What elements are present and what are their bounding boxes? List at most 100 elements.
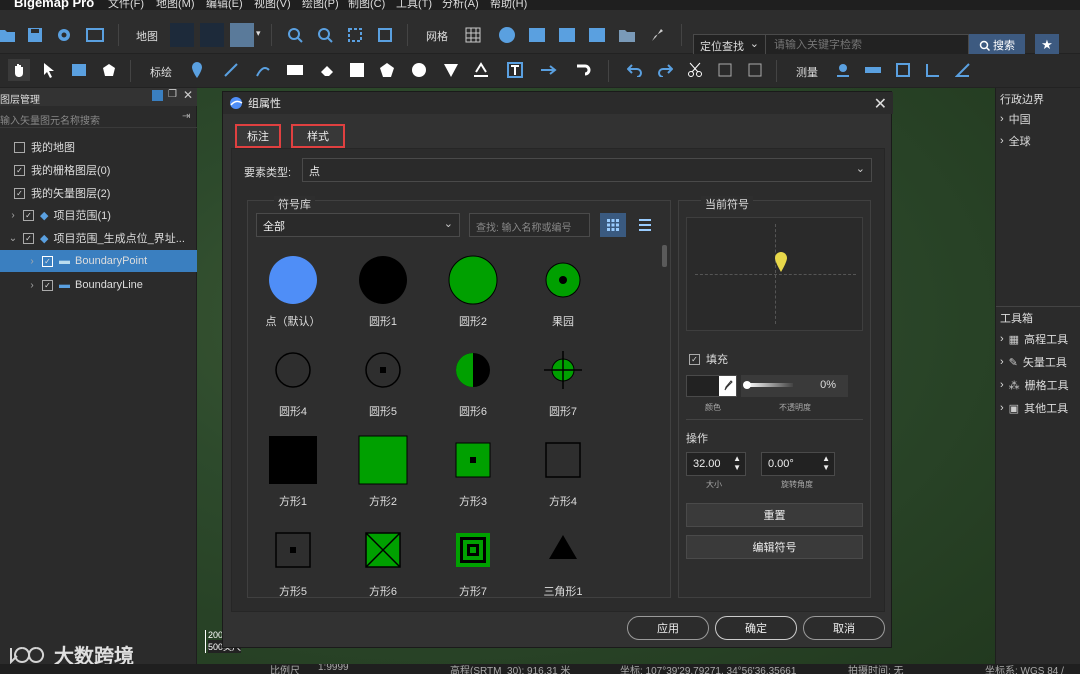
symbol-item[interactable]: 方形6 [338,520,428,610]
menu-file[interactable]: 文件(F) [108,0,144,10]
curve-icon[interactable] [252,59,274,81]
menu-tools[interactable]: 工具(T) [396,0,432,10]
close-icon[interactable]: ✕ [183,88,193,102]
toolbox-elevation[interactable]: › ▦ 高程工具 [1000,331,1068,347]
menu-analysis[interactable]: 分析(A) [442,0,479,10]
select-polygon-icon[interactable] [98,59,120,81]
grid-icon[interactable] [462,24,484,46]
symbol-item[interactable]: 圆形1 [338,250,428,340]
tree-item-vector[interactable]: ✓ 我的矢量图层(2) [0,182,197,204]
checkbox[interactable] [14,141,25,153]
search-button[interactable]: 搜索 [969,34,1025,56]
brush-icon[interactable] [646,24,668,46]
pentagon-icon[interactable] [376,59,398,81]
symbol-item[interactable]: 果园 [518,250,608,340]
map-thumbnail-3-icon[interactable] [230,23,254,47]
toolbox-raster[interactable]: › ⁂ 栅格工具 [1000,377,1069,393]
eraser-icon[interactable] [316,59,338,81]
symbol-item[interactable]: 方形5 [248,520,338,610]
tree-item-project-range[interactable]: › ✓ ◆ 项目范围(1) [0,204,197,226]
text-underline-icon[interactable] [470,59,492,81]
save-icon[interactable] [24,24,46,46]
curved-arrow-icon[interactable] [572,59,594,81]
scrollbar[interactable] [662,245,667,267]
fullscreen-icon[interactable] [374,24,396,46]
utm-icon[interactable] [496,24,518,46]
checkbox[interactable]: ✓ [14,187,25,199]
symbol-item[interactable]: 圆形7 [518,340,608,430]
select-rect-icon[interactable] [68,59,90,81]
search-icon[interactable] [152,90,163,101]
symbol-item[interactable]: 方形3 [428,430,518,520]
map-thumbnail-1-icon[interactable] [170,23,194,47]
toolbox-other[interactable]: › ▣ 其他工具 [1000,400,1068,416]
checkbox[interactable]: ✓ [42,279,53,291]
checkbox[interactable]: ✓ [689,353,700,365]
symbol-item[interactable]: 圆形5 [338,340,428,430]
tree-item-boundary-line[interactable]: › ✓ ▬ BoundaryLine [0,274,197,296]
symbol-item[interactable]: 点（默认） [248,250,338,340]
fill-toggle[interactable]: ✓ 填充 [689,351,728,367]
slider-handle[interactable] [743,381,751,389]
menu-help[interactable]: 帮助(H) [490,0,527,10]
restore-icon[interactable]: ❐ [168,89,177,100]
size-input[interactable]: 32.00 ▲ ▼ [686,452,746,476]
checkbox[interactable]: ✓ [14,164,25,176]
map-thumbnail-2-icon[interactable] [200,23,224,47]
admin-item-global[interactable]: › 全球 [1000,133,1031,149]
zoom-in-icon[interactable] [284,24,306,46]
symbol-item[interactable]: 方形2 [338,430,428,520]
symbol-item[interactable]: 圆形2 [428,250,518,340]
rotation-input[interactable]: 0.00° ▲ ▼ [761,452,835,476]
folder-icon[interactable] [616,24,638,46]
edit-symbol-button[interactable]: 编辑符号 [686,535,863,559]
measure-bearing-icon[interactable] [952,59,974,81]
cut-icon[interactable] [684,59,706,81]
pan-hand-icon[interactable] [8,59,30,81]
toolbox-vector[interactable]: › ✎ 矢量工具 [1000,354,1067,370]
menu-map[interactable]: 地图(M) [156,0,195,10]
location-type-select[interactable]: 定位查找 ⌄ [694,35,766,55]
tree-item-raster[interactable]: ✓ 我的栅格图层(0) [0,159,197,181]
circle-icon[interactable] [408,59,430,81]
redo-icon[interactable] [654,59,676,81]
measure-point-icon[interactable] [832,59,854,81]
measure-angle-icon[interactable] [922,59,944,81]
menu-cartography[interactable]: 制图(C) [348,0,385,10]
symbol-item[interactable]: 圆形6 [428,340,518,430]
checkbox[interactable]: ✓ [23,232,34,244]
tree-item-generated-points[interactable]: ⌄ ✓ ◆ 项目范围_生成点位_界址... [0,227,197,249]
measure-distance-icon[interactable] [862,59,884,81]
menu-draw[interactable]: 绘图(P) [302,0,339,10]
menu-view[interactable]: 视图(V) [254,0,291,10]
ok-button[interactable]: 确定 [715,616,797,640]
arrow-right-icon[interactable] [538,59,560,81]
square-icon[interactable] [346,59,368,81]
map-chevron-down-icon[interactable]: ▾ [256,28,261,39]
symbol-item[interactable]: 方形7 [428,520,518,610]
opacity-slider[interactable]: 0% [741,375,848,397]
checkbox[interactable]: ✓ [23,209,34,221]
symbol-item[interactable]: 三角形1 [518,520,608,610]
marker-icon[interactable] [186,59,208,81]
layer-search-field[interactable]: 输入矢量图元名称搜索 ⇥ [0,108,197,128]
sheet-grid-icon[interactable] [556,24,578,46]
reset-button[interactable]: 重置 [686,503,863,527]
select-arrow-icon[interactable] [38,59,60,81]
open-folder-icon[interactable] [0,24,18,46]
paste-icon[interactable] [744,59,766,81]
symbol-item[interactable]: 方形4 [518,430,608,520]
copy-icon[interactable] [714,59,736,81]
close-icon[interactable]: ✕ [874,94,887,114]
undo-icon[interactable] [624,59,646,81]
rectangle-icon[interactable] [284,59,306,81]
admin-item-china[interactable]: › 中国 [1000,111,1031,127]
cancel-button[interactable]: 取消 [803,616,885,640]
tree-item-my-map[interactable]: 我的地图 [0,136,197,158]
settings-icon[interactable] [53,24,75,46]
text-box-icon[interactable] [504,59,526,81]
menu-edit[interactable]: 编辑(E) [206,0,243,10]
symbol-item[interactable]: 方形1 [248,430,338,520]
apply-button[interactable]: 应用 [627,616,709,640]
tree-item-boundary-point[interactable]: › ✓ ▬ BoundaryPoint [0,250,197,272]
